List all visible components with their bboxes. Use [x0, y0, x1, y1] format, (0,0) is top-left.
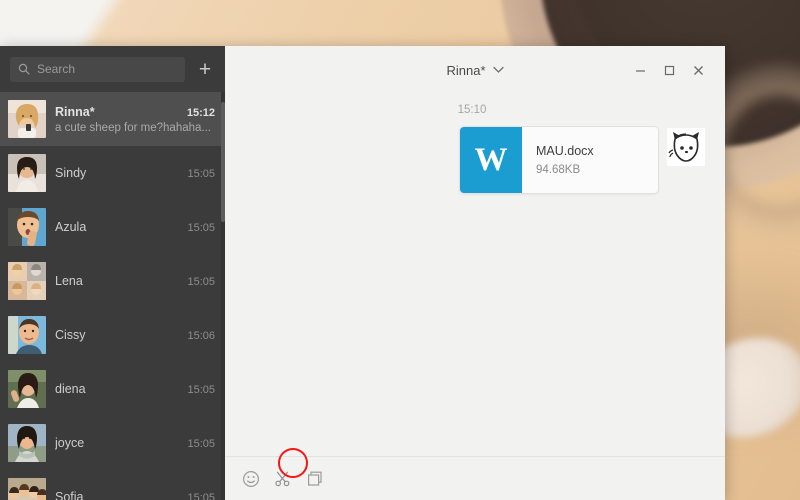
search-box[interactable] [10, 57, 185, 82]
chat-item-header: Sindy 15:05 [55, 166, 215, 180]
close-icon [692, 64, 705, 77]
avatar [8, 262, 46, 300]
chat-item-meta: Sofia 15:05 [55, 490, 215, 500]
add-contact-button[interactable]: + [193, 57, 217, 81]
chat-item-meta: Azula 15:05 [55, 220, 215, 234]
chat-item-name: Cissy [55, 328, 181, 342]
conversation-sidebar: + [0, 46, 225, 500]
message-timestamp: 15:10 [239, 104, 705, 116]
chat-item-name: diena [55, 382, 181, 396]
message-avatar[interactable] [667, 128, 705, 166]
maximize-button[interactable] [655, 57, 684, 83]
chat-panel: Rinna* [225, 46, 725, 500]
chat-item-name: Rinna* [55, 105, 181, 119]
avatar [8, 154, 46, 192]
chat-item-meta: Lena 15:05 [55, 274, 215, 288]
chat-item-meta: Sindy 15:05 [55, 166, 215, 180]
avatar [8, 100, 46, 138]
emoji-button[interactable] [239, 467, 263, 491]
chat-item-time: 15:05 [187, 222, 215, 234]
chat-list-item-sindy[interactable]: Sindy 15:05 [0, 146, 225, 200]
send-files-button[interactable] [303, 467, 327, 491]
chat-list-item-sofia[interactable]: Sofia 15:05 [0, 470, 225, 500]
chat-item-header: joyce 15:05 [55, 436, 215, 450]
avatar [8, 316, 46, 354]
maximize-icon [663, 64, 676, 77]
file-message-bubble[interactable]: W MAU.docx 94.68KB [459, 126, 659, 194]
chat-item-name: Azula [55, 220, 181, 234]
file-name: MAU.docx [536, 144, 658, 158]
chat-list-item-cissy[interactable]: Cissy 15:06 [0, 308, 225, 362]
chat-item-meta: joyce 15:05 [55, 436, 215, 450]
avatar [8, 370, 46, 408]
chat-item-header: Lena 15:05 [55, 274, 215, 288]
smiley-icon [242, 470, 260, 488]
chat-item-header: Sofia 15:05 [55, 490, 215, 500]
compose-toolbar [225, 456, 725, 500]
chat-item-time: 15:05 [187, 276, 215, 288]
file-size: 94.68KB [536, 164, 658, 176]
chat-item-time: 15:05 [187, 438, 215, 450]
chat-item-name: joyce [55, 436, 181, 450]
message-list[interactable]: 15:10 W MAU.docx 94.68KB [225, 94, 725, 456]
chat-list-item-azula[interactable]: Azula 15:05 [0, 200, 225, 254]
chat-item-header: Rinna* 15:12 [55, 105, 215, 119]
copy-files-icon [306, 470, 324, 488]
sidebar-search-row: + [0, 46, 225, 92]
message-row-outgoing: W MAU.docx 94.68KB [245, 126, 705, 194]
search-input[interactable] [37, 62, 177, 76]
avatar [8, 424, 46, 462]
chat-item-time: 15:05 [187, 168, 215, 180]
scissors-icon [274, 470, 292, 488]
chat-item-preview: a cute sheep for me?hahaha... [55, 122, 215, 134]
chevron-down-icon[interactable] [493, 66, 504, 74]
chat-list-item-lena[interactable]: Lena 15:05 [0, 254, 225, 308]
word-file-icon: W [460, 127, 522, 193]
avatar [8, 478, 46, 500]
chat-item-time: 15:05 [187, 384, 215, 396]
chat-item-header: Azula 15:05 [55, 220, 215, 234]
chat-item-meta: diena 15:05 [55, 382, 215, 396]
chat-list-item-rinna[interactable]: Rinna* 15:12 a cute sheep for me?hahaha.… [0, 92, 225, 146]
file-info: MAU.docx 94.68KB [522, 127, 658, 193]
avatar [8, 208, 46, 246]
chat-item-name: Sindy [55, 166, 181, 180]
chat-item-name: Lena [55, 274, 181, 288]
chat-header: Rinna* [225, 46, 725, 94]
desktop: + [0, 0, 800, 500]
chat-item-time: 15:06 [187, 330, 215, 342]
cartoon-cat-avatar [667, 128, 705, 166]
peer-name: Rinna* [446, 63, 485, 78]
chat-list[interactable]: Rinna* 15:12 a cute sheep for me?hahaha.… [0, 92, 225, 500]
screenshot-button[interactable] [271, 467, 295, 491]
chat-list-item-joyce[interactable]: joyce 15:05 [0, 416, 225, 470]
minimize-button[interactable] [626, 57, 655, 83]
chat-item-name: Sofia [55, 490, 181, 500]
chat-item-time: 15:05 [187, 492, 215, 500]
chat-list-item-diena[interactable]: diena 15:05 [0, 362, 225, 416]
chat-item-time: 15:12 [187, 107, 215, 119]
chat-item-header: diena 15:05 [55, 382, 215, 396]
im-chat-window: + [0, 46, 725, 500]
chat-item-header: Cissy 15:06 [55, 328, 215, 342]
window-controls [626, 57, 725, 83]
close-button[interactable] [684, 57, 713, 83]
chat-item-meta: Cissy 15:06 [55, 328, 215, 342]
minimize-icon [634, 64, 647, 77]
chat-item-meta: Rinna* 15:12 a cute sheep for me?hahaha.… [55, 105, 215, 134]
search-icon [18, 63, 30, 75]
